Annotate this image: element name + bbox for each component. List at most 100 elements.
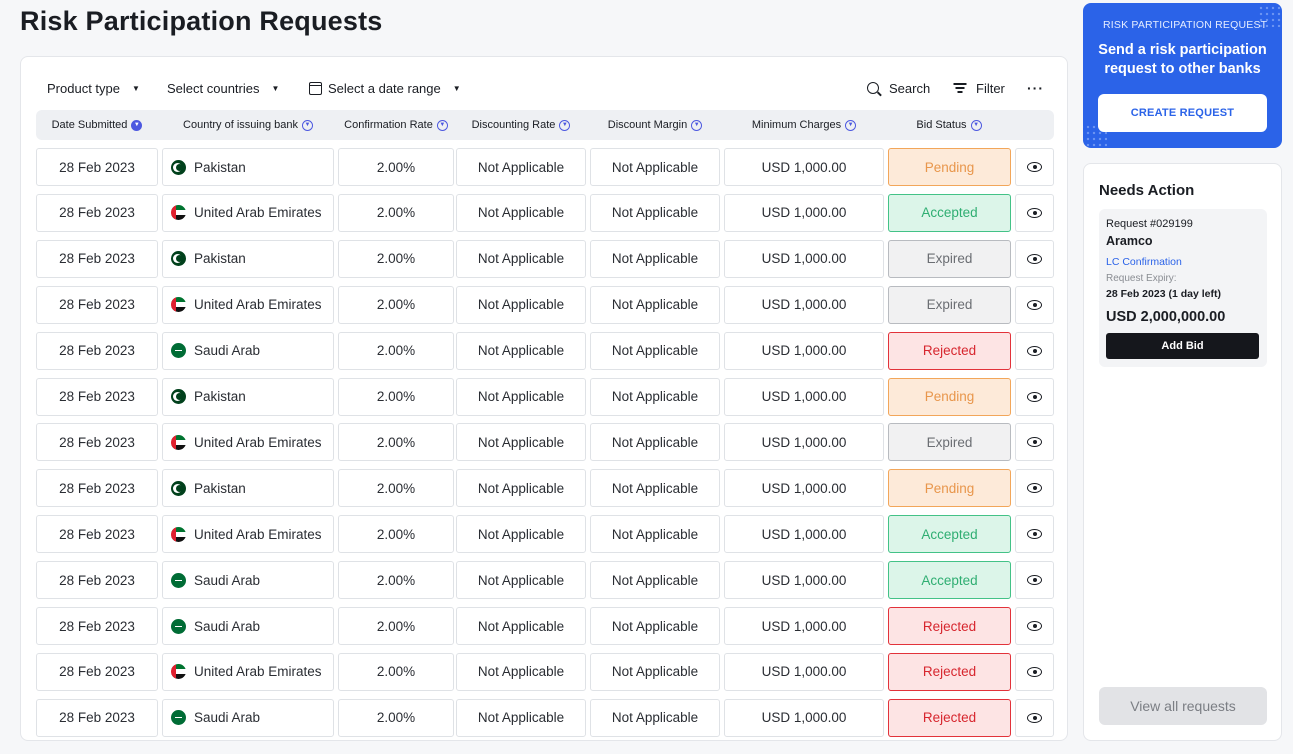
discount-margin-cell: Not Applicable — [590, 561, 720, 600]
country-name: United Arab Emirates — [194, 526, 322, 542]
requests-table-card: Product type ▼ Select countries ▼ Select… — [20, 56, 1068, 741]
country-flag-icon — [171, 526, 186, 542]
search-label: Search — [889, 80, 931, 96]
table-row[interactable]: 28 Feb 2023 Saudi Arab 2.00% Not Applicable… — [36, 331, 1056, 370]
view-details-button[interactable] — [1015, 377, 1054, 416]
add-bid-button[interactable]: Add Bid — [1106, 333, 1259, 359]
view-details-button[interactable] — [1015, 561, 1054, 600]
eye-icon — [1027, 345, 1042, 356]
sort-icon: ▼ — [436, 119, 448, 131]
countries-dropdown[interactable]: Select countries ▼ — [167, 77, 279, 99]
date-cell: 28 Feb 2023 — [36, 331, 158, 370]
table-row[interactable]: 28 Feb 2023 Saudi Arab 2.00% Not Applicable… — [36, 561, 1056, 600]
country-name: Pakistan — [194, 251, 246, 267]
discount-margin-cell: Not Applicable — [590, 423, 720, 462]
confirmation-rate-cell: 2.00% — [338, 239, 454, 278]
bid-status-badge: Expired — [888, 285, 1011, 324]
product-type-dropdown[interactable]: Product type ▼ — [47, 77, 140, 99]
view-details-button[interactable] — [1015, 193, 1054, 232]
minimum-charges-cell: USD 1,000.00 — [724, 698, 884, 737]
table-row[interactable]: 28 Feb 2023 Saudi Arab 2.00% Not Applicable… — [36, 698, 1056, 737]
more-options-button[interactable]: ··· — [1027, 77, 1044, 99]
country-flag-icon — [171, 618, 186, 634]
view-details-button[interactable] — [1015, 698, 1054, 737]
eye-icon — [1027, 207, 1042, 218]
eye-icon — [1027, 621, 1042, 631]
bid-status-badge: Rejected — [888, 652, 1011, 691]
table-row[interactable]: 28 Feb 2023 Pakistan 2.00% Not Applicable No… — [36, 377, 1056, 416]
country-flag-icon — [171, 297, 186, 313]
column-header-date[interactable]: Date Submitted ▼ — [36, 110, 158, 140]
table-row[interactable]: 28 Feb 2023 Pakistan 2.00% Not Applicable No… — [36, 148, 1056, 186]
table-row[interactable]: 28 Feb 2023 United Arab Emirates 2.00% Not … — [36, 652, 1056, 691]
column-header-minimum-charges[interactable]: Minimum Charges ▼ — [724, 110, 884, 140]
country-cell: United Arab Emirates — [162, 652, 334, 691]
needs-action-title: Needs Action — [1099, 182, 1195, 199]
view-details-button[interactable] — [1015, 148, 1054, 186]
view-details-button[interactable] — [1015, 607, 1054, 645]
search-icon — [867, 82, 879, 94]
country-cell: Pakistan — [162, 239, 334, 278]
country-cell: Pakistan — [162, 377, 334, 416]
view-details-button[interactable] — [1015, 469, 1054, 508]
discounting-rate-cell: Not Applicable — [456, 423, 586, 462]
eye-icon — [1027, 162, 1042, 172]
eye-icon — [1027, 299, 1042, 310]
view-details-button[interactable] — [1015, 423, 1054, 462]
create-request-button[interactable]: CREATE REQUEST — [1098, 94, 1267, 132]
minimum-charges-cell: USD 1,000.00 — [724, 377, 884, 416]
country-name: Pakistan — [194, 389, 246, 404]
view-details-button[interactable] — [1015, 331, 1054, 370]
date-cell: 28 Feb 2023 — [36, 148, 158, 186]
column-header-discount-margin[interactable]: Discount Margin ▼ — [590, 110, 720, 140]
eye-icon — [1027, 666, 1042, 677]
view-details-button[interactable] — [1015, 515, 1054, 554]
column-header-bid-status[interactable]: Bid Status ▼ — [888, 110, 1010, 140]
table-row[interactable]: 28 Feb 2023 Saudi Arab 2.00% Not Applicable… — [36, 607, 1056, 645]
country-cell: United Arab Emirates — [162, 515, 334, 554]
eye-icon — [1027, 437, 1042, 448]
country-flag-icon — [171, 205, 186, 221]
confirmation-rate-cell: 2.00% — [338, 377, 454, 416]
country-cell: Saudi Arab — [162, 607, 334, 645]
confirmation-rate-cell: 2.00% — [338, 423, 454, 462]
view-all-requests-button[interactable]: View all requests — [1099, 687, 1267, 725]
country-name: Saudi Arab — [194, 710, 261, 726]
column-header-label: Discounting Rate — [471, 119, 556, 131]
search-button[interactable]: Search — [867, 77, 930, 99]
table-row[interactable]: 28 Feb 2023 United Arab Emirates 2.00% Not … — [36, 285, 1056, 324]
column-header-country[interactable]: Country of issuing bank ▼ — [162, 110, 334, 140]
more-icon: ··· — [1027, 80, 1044, 96]
view-details-button[interactable] — [1015, 285, 1054, 324]
filter-icon — [953, 83, 966, 93]
view-details-button[interactable] — [1015, 652, 1054, 691]
country-cell: Saudi Arab — [162, 698, 334, 737]
column-header-discounting-rate[interactable]: Discounting Rate ▼ — [456, 110, 586, 140]
column-header-confirmation-rate[interactable]: Confirmation Rate ▼ — [338, 110, 454, 140]
country-name: Saudi Arab — [194, 343, 261, 359]
discount-margin-cell: Not Applicable — [590, 148, 720, 186]
view-details-button[interactable] — [1015, 239, 1054, 278]
date-range-dropdown[interactable]: Select a date range ▼ — [309, 77, 461, 99]
table-row[interactable]: 28 Feb 2023 Pakistan 2.00% Not Applicable No… — [36, 239, 1056, 278]
country-cell: Pakistan — [162, 148, 334, 186]
table-row[interactable]: 28 Feb 2023 Pakistan 2.00% Not Applicable No… — [36, 469, 1056, 508]
table-row[interactable]: 28 Feb 2023 United Arab Emirates 2.00% Not … — [36, 423, 1056, 462]
bid-status-badge: Expired — [888, 423, 1011, 462]
expiry-value: 28 Feb 2023 (1 day left) — [1106, 288, 1221, 300]
discounting-rate-cell: Not Applicable — [456, 148, 586, 186]
table-row[interactable]: 28 Feb 2023 United Arab Emirates 2.00% Not … — [36, 515, 1056, 554]
eye-icon — [1027, 253, 1042, 264]
request-company: Aramco — [1106, 234, 1153, 248]
confirmation-rate-cell: 2.00% — [338, 652, 454, 691]
banner-text: Send a risk participation request to oth… — [1098, 42, 1267, 77]
confirmation-rate-cell: 2.00% — [338, 148, 454, 186]
minimum-charges-cell: USD 1,000.00 — [724, 148, 884, 186]
country-cell: United Arab Emirates — [162, 285, 334, 324]
filter-button[interactable]: Filter — [953, 77, 1005, 99]
discounting-rate-cell: Not Applicable — [456, 469, 586, 508]
table-row[interactable]: 28 Feb 2023 United Arab Emirates 2.00% Not … — [36, 193, 1056, 232]
date-cell: 28 Feb 2023 — [36, 239, 158, 278]
request-type-link[interactable]: LC Confirmation — [1106, 256, 1182, 268]
date-cell: 28 Feb 2023 — [36, 652, 158, 691]
